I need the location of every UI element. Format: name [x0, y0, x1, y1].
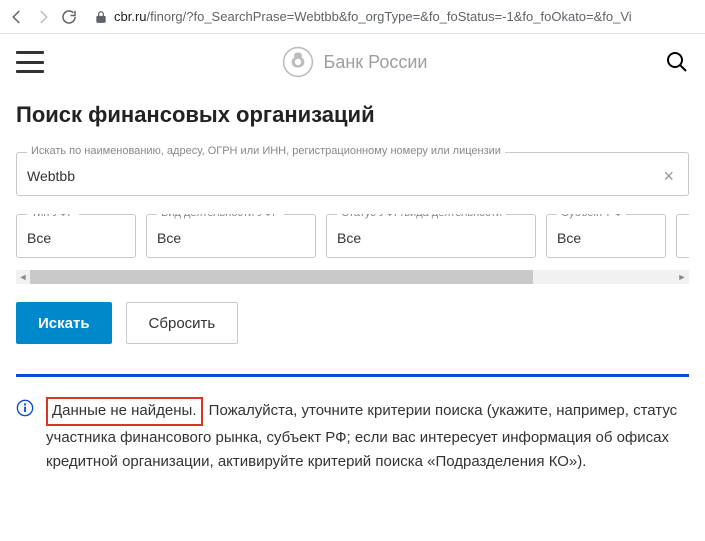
filter-status[interactable]: Статус УФР/вида деятельности Все: [326, 214, 536, 258]
filter-activity[interactable]: Вид деятельности УФР Все: [146, 214, 316, 258]
filter-type-label: Тип УФР: [27, 214, 79, 219]
site-header: Банк России: [0, 34, 705, 90]
brand-logo-icon: [282, 46, 314, 78]
reload-button[interactable]: [60, 8, 78, 26]
filter-activity-label: Вид деятельности УФР: [157, 214, 284, 219]
search-field[interactable]: Искать по наименованию, адресу, ОГРН или…: [16, 152, 689, 196]
filter-status-label: Статус УФР/вида деятельности: [337, 214, 506, 219]
not-found-highlight: Данные не найдены.: [46, 397, 203, 426]
form-actions: Искать Сбросить: [16, 302, 689, 344]
filter-region-label: Субъект РФ: [557, 214, 626, 219]
info-icon: [16, 399, 34, 417]
filter-status-value: Все: [327, 215, 535, 257]
lock-icon: [94, 10, 108, 24]
scroll-left-icon[interactable]: ◄: [16, 270, 30, 284]
horizontal-scrollbar[interactable]: ◄ ►: [16, 270, 689, 284]
browser-toolbar: cbr.ru/finorg/?fo_SearchPrase=Webtbb&fo_…: [0, 0, 705, 34]
filter-region-value: Все: [547, 215, 665, 257]
filter-activity-value: Все: [147, 215, 315, 257]
filter-overflow[interactable]: [676, 214, 689, 258]
menu-button[interactable]: [16, 51, 44, 73]
url-text: cbr.ru/finorg/?fo_SearchPrase=Webtbb&fo_…: [114, 9, 632, 24]
search-button[interactable]: Искать: [16, 302, 112, 344]
search-field-value: Webtbb: [27, 168, 75, 184]
filter-type-value: Все: [17, 215, 135, 257]
results-divider: [16, 374, 689, 377]
scroll-track[interactable]: [30, 270, 675, 284]
back-button[interactable]: [8, 8, 26, 26]
filter-region[interactable]: Субъект РФ Все: [546, 214, 666, 258]
filter-type[interactable]: Тип УФР Все: [16, 214, 136, 258]
brand-text: Банк России: [324, 52, 428, 73]
scroll-thumb[interactable]: [30, 270, 533, 284]
scroll-right-icon[interactable]: ►: [675, 270, 689, 284]
page-title: Поиск финансовых организаций: [16, 102, 689, 128]
clear-search-button[interactable]: ×: [659, 167, 678, 185]
global-search-button[interactable]: [665, 50, 689, 74]
forward-button[interactable]: [34, 8, 52, 26]
address-bar[interactable]: cbr.ru/finorg/?fo_SearchPrase=Webtbb&fo_…: [86, 4, 697, 30]
results-notice: Данные не найдены. Пожалуйста, уточните …: [16, 397, 689, 493]
notice-text: Данные не найдены. Пожалуйста, уточните …: [46, 397, 689, 473]
brand[interactable]: Банк России: [282, 46, 428, 78]
reset-button[interactable]: Сбросить: [126, 302, 239, 344]
search-field-label: Искать по наименованию, адресу, ОГРН или…: [27, 145, 505, 157]
filter-row: Тип УФР Все Вид деятельности УФР Все Ста…: [16, 214, 689, 258]
